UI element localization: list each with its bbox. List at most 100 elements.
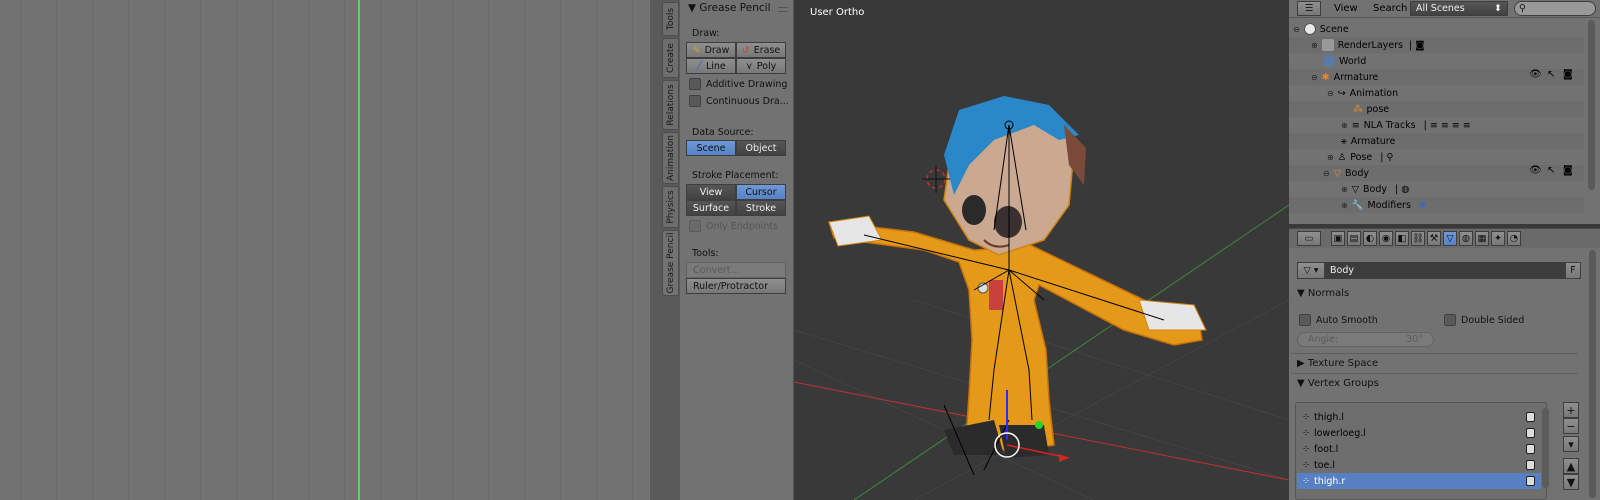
selectability-cursor-icon[interactable]: ↖ <box>1547 165 1555 176</box>
outliner-item-nla-tracks[interactable]: ⊕ ≡ NLA Tracks | ≡ ≡ ≡ ≡ <box>1289 117 1584 133</box>
vertex-group-item[interactable]: ⁘ thigh.l <box>1297 409 1541 425</box>
convert-button[interactable]: Convert... <box>686 262 786 278</box>
armature-modifier-icon: ✱ <box>1418 199 1427 211</box>
only-endpoints-checkbox[interactable] <box>689 220 701 232</box>
material-context-icon[interactable]: ◍ <box>1459 231 1473 246</box>
lock-icon[interactable] <box>1526 476 1535 486</box>
editor-type-icon[interactable]: ▭ <box>1297 231 1321 246</box>
draw-button[interactable]: ✎ Draw <box>686 42 736 58</box>
texture-context-icon[interactable]: ▦ <box>1475 231 1489 246</box>
search-menu[interactable]: Search <box>1373 3 1407 14</box>
grease-pencil-panel-header[interactable]: ▼ Grease Pencil <box>688 2 771 14</box>
outliner-item-pose[interactable]: ⊕ ♙ Pose | ⚲ <box>1289 149 1584 165</box>
vertex-group-item[interactable]: ⁘ lowerloeg.l <box>1297 425 1541 441</box>
constraints-context-icon[interactable]: ⛓ <box>1411 231 1425 246</box>
3d-viewport[interactable] <box>794 0 1289 500</box>
tab-animation[interactable]: Animation <box>662 132 679 184</box>
object-context-icon[interactable]: ◧ <box>1395 231 1409 246</box>
outliner-item-renderlayers[interactable]: ⊕ RenderLayers | ◙ <box>1289 37 1584 53</box>
timeline-area[interactable] <box>0 0 650 500</box>
frame-gridline <box>524 0 525 500</box>
visibility-eye-icon[interactable]: 👁 <box>1529 165 1542 176</box>
view-menu[interactable]: View <box>1334 3 1358 14</box>
tab-create[interactable]: Create <box>662 38 679 78</box>
renderability-camera-icon[interactable]: ◙ <box>1563 165 1573 176</box>
lock-icon[interactable] <box>1526 460 1535 470</box>
outliner-item-modifiers[interactable]: ⊕ 🔧 Modifiers ✱ <box>1289 197 1584 213</box>
outliner-search-input[interactable]: ⚲ <box>1514 1 1596 16</box>
vertex-group-icon: ⁘ <box>1302 411 1310 423</box>
panel-drag-handle-icon[interactable] <box>778 7 788 12</box>
poly-button[interactable]: ⋎ Poly <box>736 58 786 74</box>
auto-smooth-checkbox[interactable] <box>1299 314 1311 326</box>
world-context-icon[interactable]: ◉ <box>1379 231 1393 246</box>
properties-scrollbar[interactable] <box>1589 250 1596 498</box>
object-source-button[interactable]: Object <box>736 140 786 156</box>
display-mode-dropdown[interactable]: All Scenes ⬍ <box>1410 1 1508 16</box>
additive-drawing-checkbox[interactable] <box>689 78 701 90</box>
outliner-item-pose-action[interactable]: ⁂ pose <box>1289 101 1584 117</box>
continuous-drawing-checkbox[interactable] <box>689 95 701 107</box>
blender-window: Tools Create Relations Animation Physics… <box>0 0 1600 500</box>
tab-tools[interactable]: Tools <box>662 2 679 36</box>
add-vertex-group-button[interactable]: + <box>1563 402 1579 418</box>
ruler-protractor-button[interactable]: Ruler/Protractor <box>686 278 786 294</box>
lock-icon[interactable] <box>1526 444 1535 454</box>
vertex-group-item[interactable]: ⁘ toe.l <box>1297 457 1541 473</box>
manipulator-y-handle[interactable] <box>1035 421 1043 429</box>
collapse-icon: ⊖ <box>1327 88 1334 98</box>
selectability-cursor-icon[interactable]: ↖ <box>1547 69 1555 80</box>
physics-context-icon[interactable]: ◔ <box>1507 231 1521 246</box>
render-layers-context-icon[interactable]: ▤ <box>1347 231 1361 246</box>
mesh-data-context-icon[interactable]: ▽ <box>1443 231 1457 246</box>
vertex-group-item[interactable]: ⁘ foot.l <box>1297 441 1541 457</box>
tab-relations[interactable]: Relations <box>662 80 679 130</box>
remove-vertex-group-button[interactable]: − <box>1563 418 1579 434</box>
vertex-group-icon: ⁘ <box>1302 475 1310 487</box>
lock-icon[interactable] <box>1526 428 1535 438</box>
only-endpoints-label: Only Endpoints <box>706 221 779 232</box>
mesh-name-field[interactable]: Body <box>1325 262 1565 279</box>
double-sided-checkbox[interactable] <box>1444 314 1456 326</box>
tab-physics[interactable]: Physics <box>662 186 679 228</box>
stroke-placement-button[interactable]: Stroke <box>736 200 786 216</box>
outliner-item-armature-data[interactable]: ⚹ Armature <box>1289 133 1584 149</box>
erase-button[interactable]: ↺ Erase <box>736 42 786 58</box>
outliner-item-animation[interactable]: ⊖ ↪ Animation <box>1289 85 1584 101</box>
scene-context-icon[interactable]: ◐ <box>1363 231 1377 246</box>
fake-user-button[interactable]: F <box>1565 262 1581 279</box>
particles-context-icon[interactable]: ✦ <box>1491 231 1505 246</box>
normals-panel-header[interactable]: ▼ Normals <box>1297 288 1349 299</box>
visibility-eye-icon[interactable]: 👁 <box>1529 69 1542 80</box>
vertex-group-item-selected[interactable]: ⁘ thigh.r <box>1297 473 1541 489</box>
scene-source-button[interactable]: Scene <box>686 140 736 156</box>
context-tabs: ▣ ▤ ◐ ◉ ◧ ⛓ ⚒ ▽ ◍ ▦ ✦ ◔ <box>1331 231 1521 246</box>
surface-placement-button[interactable]: Surface <box>686 200 736 216</box>
current-frame-indicator[interactable] <box>358 0 360 500</box>
stroke-placement-label: Stroke Placement: <box>692 170 779 181</box>
action-icon: ⁂ <box>1353 103 1363 115</box>
lock-icon[interactable] <box>1526 412 1535 422</box>
view-placement-button[interactable]: View <box>686 184 736 200</box>
vertex-groups-panel-header[interactable]: ▼ Vertex Groups <box>1297 378 1379 389</box>
vertex-groups-scrollbar[interactable] <box>1542 408 1549 488</box>
tab-grease-pencil[interactable]: Grease Pencil <box>662 230 679 296</box>
outliner-item-scene[interactable]: ⊖ Scene <box>1289 21 1584 37</box>
outliner-item-body-mesh[interactable]: ⊕ ▽ Body | ◍ <box>1289 181 1584 197</box>
angle-field[interactable]: Angle: 30° <box>1297 332 1434 347</box>
line-button[interactable]: ╱ Line <box>686 58 736 74</box>
render-context-icon[interactable]: ▣ <box>1331 231 1345 246</box>
move-group-up-button[interactable]: ▲ <box>1563 458 1579 474</box>
texture-space-panel-header[interactable]: ▶ Texture Space <box>1297 358 1378 369</box>
area-divider[interactable] <box>650 0 660 500</box>
outliner-item-world[interactable]: World <box>1289 53 1584 69</box>
move-group-down-button[interactable]: ▼ <box>1563 474 1579 490</box>
editor-type-icon[interactable]: ☰ <box>1297 1 1321 16</box>
modifiers-context-icon[interactable]: ⚒ <box>1427 231 1441 246</box>
mesh-datablock-icon[interactable]: ▽ ▾ <box>1297 262 1325 279</box>
vertex-group-specials-button[interactable]: ▾ <box>1563 436 1579 452</box>
pencil-icon: ✎ <box>692 44 701 56</box>
cursor-placement-button[interactable]: Cursor <box>736 184 786 200</box>
outliner-scrollbar[interactable] <box>1588 20 1595 190</box>
renderability-camera-icon[interactable]: ◙ <box>1563 69 1573 80</box>
